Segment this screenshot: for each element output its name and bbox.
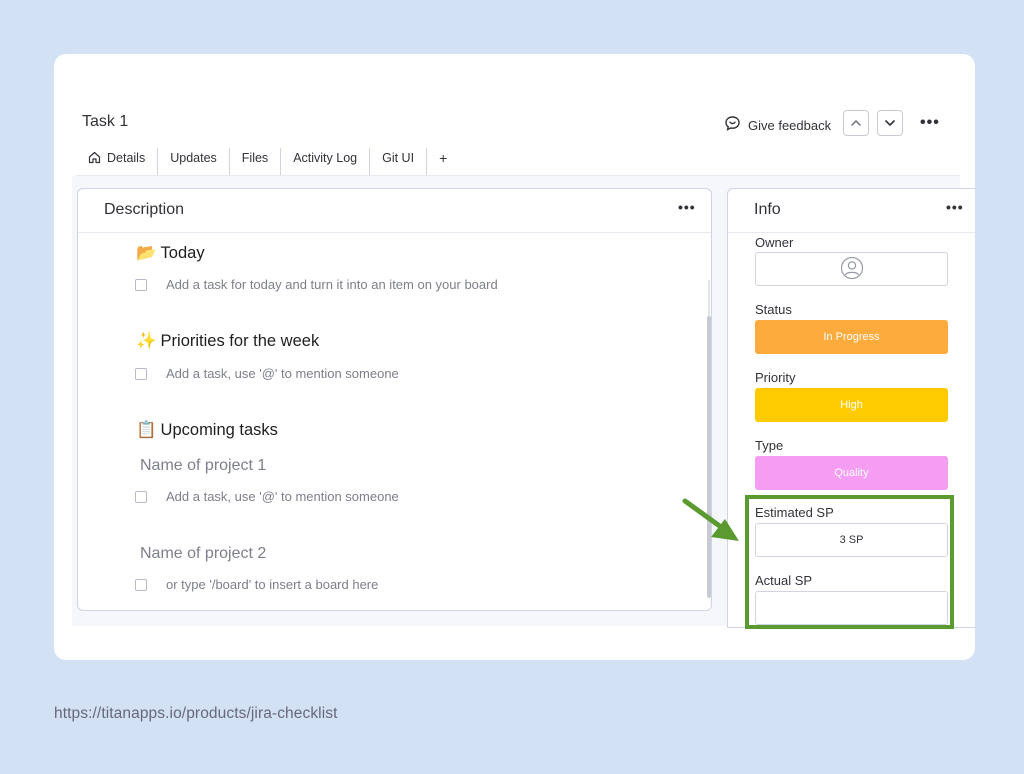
previous-item-button[interactable] <box>843 110 869 136</box>
highlight-box <box>745 495 954 629</box>
priority-value: High <box>840 399 863 411</box>
tab-label: Activity Log <box>293 151 358 165</box>
section-title: Upcoming tasks <box>160 421 278 439</box>
list-item[interactable]: Add a task, use '@' to mention someone <box>135 489 399 504</box>
give-feedback-button[interactable]: Give feedback <box>724 115 831 135</box>
project-name-2[interactable]: Name of project 2 <box>140 545 266 563</box>
tab-activity-log[interactable]: Activity Log <box>281 148 371 175</box>
section-title: Today <box>160 244 205 262</box>
scrollbar-thumb[interactable] <box>707 316 711 598</box>
task-checkbox[interactable] <box>135 278 147 291</box>
description-more-icon[interactable]: ••• <box>678 199 696 215</box>
tab-label: Updates <box>170 151 217 165</box>
section-priorities: ✨ Priorities for the week <box>136 332 319 351</box>
description-title: Description <box>104 201 185 218</box>
status-value: In Progress <box>823 331 880 343</box>
tab-files[interactable]: Files <box>230 148 282 175</box>
folder-icon: 📂 <box>136 244 157 262</box>
description-header: Description ••• <box>78 189 711 233</box>
tab-label: Files <box>241 151 269 165</box>
source-url[interactable]: https://titanapps.io/products/jira-check… <box>54 705 338 723</box>
task-placeholder[interactable]: Add a task for today and turn it into an… <box>166 277 498 292</box>
list-item[interactable]: Add a task, use '@' to mention someone <box>135 366 399 381</box>
type-field[interactable]: Quality <box>755 456 948 490</box>
feedback-icon <box>724 115 741 135</box>
chevron-down-icon <box>884 114 896 132</box>
section-title: Priorities for the week <box>160 332 320 350</box>
owner-field[interactable] <box>755 252 948 286</box>
arrow-icon <box>681 497 745 550</box>
tab-label: Details <box>107 151 146 165</box>
avatar-icon <box>840 256 864 283</box>
tab-details[interactable]: Details <box>76 148 159 177</box>
tab-updates[interactable]: Updates <box>158 148 230 175</box>
status-label: Status <box>755 302 792 317</box>
list-item[interactable]: Add a task for today and turn it into an… <box>135 277 498 292</box>
status-field[interactable]: In Progress <box>755 320 948 354</box>
task-placeholder[interactable]: Add a task, use '@' to mention someone <box>166 366 399 381</box>
tab-label: Git UI <box>382 151 415 165</box>
task-checkbox[interactable] <box>135 578 147 591</box>
type-value: Quality <box>834 467 869 479</box>
task-placeholder[interactable]: or type '/board' to insert a board here <box>166 577 378 592</box>
owner-label: Owner <box>755 235 794 250</box>
feedback-label: Give feedback <box>748 117 832 133</box>
add-tab-button[interactable]: + <box>427 148 459 175</box>
scrollbar-track <box>708 280 710 316</box>
clipboard-icon: 📋 <box>136 421 157 439</box>
info-header: Info ••• <box>728 189 975 233</box>
info-more-icon[interactable]: ••• <box>946 199 964 215</box>
info-title: Info <box>754 201 781 218</box>
tab-bar: Details Updates Files Activity Log Git U… <box>76 148 459 177</box>
add-tab-label: + <box>439 150 448 166</box>
project-name-1[interactable]: Name of project 1 <box>140 457 266 475</box>
task-checkbox[interactable] <box>135 367 147 380</box>
priority-label: Priority <box>755 370 796 385</box>
sparkles-icon: ✨ <box>136 332 157 350</box>
task-placeholder[interactable]: Add a task, use '@' to mention someone <box>166 489 399 504</box>
section-today: 📂 Today <box>136 244 205 263</box>
more-options-icon[interactable]: ••• <box>920 114 940 132</box>
task-checkbox[interactable] <box>135 490 147 503</box>
list-item[interactable]: or type '/board' to insert a board here <box>135 577 378 592</box>
tab-git-ui[interactable]: Git UI <box>370 148 428 175</box>
section-upcoming: 📋 Upcoming tasks <box>136 421 278 440</box>
page-title: Task 1 <box>82 113 129 130</box>
type-label: Type <box>755 438 784 453</box>
next-item-button[interactable] <box>877 110 903 136</box>
chevron-up-icon <box>850 114 862 132</box>
home-icon <box>88 151 101 168</box>
priority-field[interactable]: High <box>755 388 948 422</box>
